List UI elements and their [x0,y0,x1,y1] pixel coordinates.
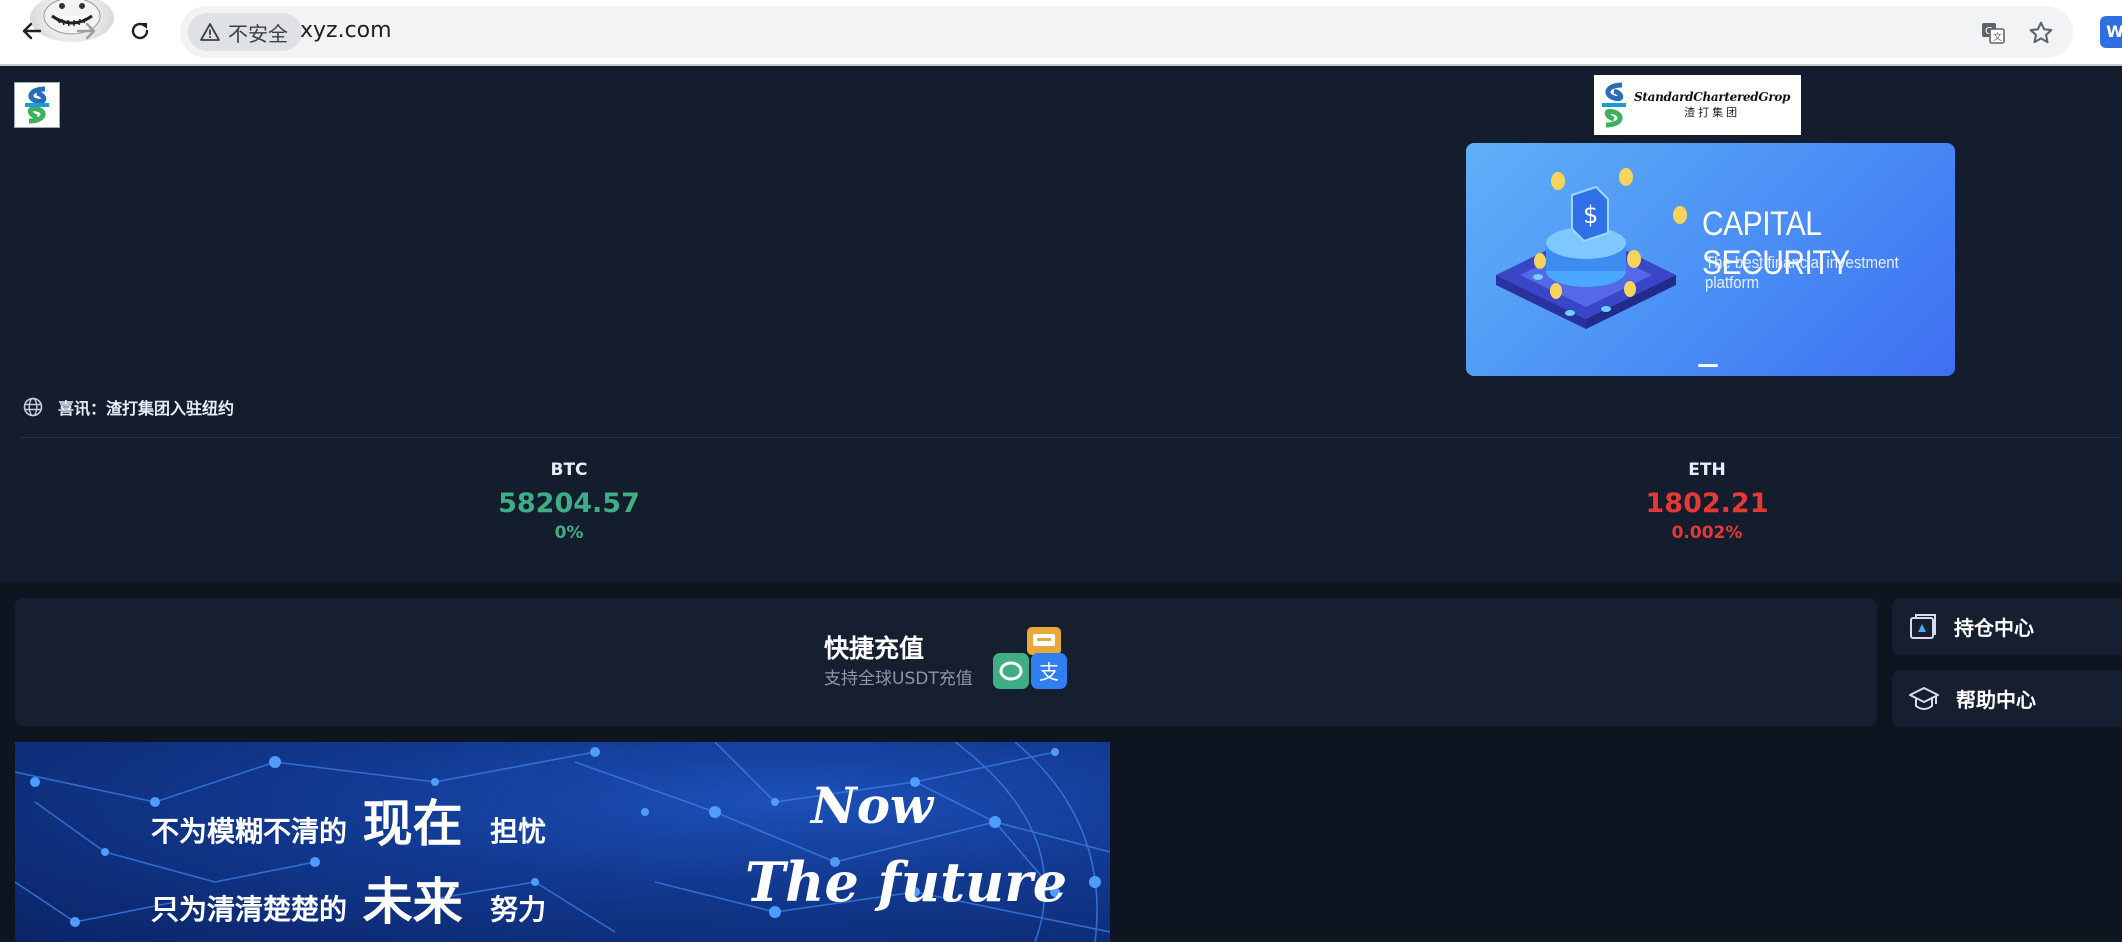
reload-button[interactable] [122,13,158,49]
section-divider [20,437,2122,438]
ticker-symbol: BTC [550,460,588,480]
ticker-change: 0% [554,523,584,543]
forward-arrow-icon [76,22,96,40]
recharge-title: 快捷充值 [824,634,925,663]
bookmark-button[interactable] [2026,18,2056,48]
isometric-vault-illustration: $ [1496,168,1687,329]
ticker-symbol: ETH [1688,460,1726,480]
promo-slogan-line2: 只为清清楚楚的 未来 努力 [151,872,547,931]
svg-text:文: 文 [1993,31,2002,43]
back-arrow-icon [22,22,42,40]
brand-banner: StandardCharteredGrop 渣打集团 [1594,75,1801,135]
wallet-icon [1910,613,1936,639]
ticker-btc[interactable]: BTC 58204.57 0% [449,460,689,543]
reload-icon [131,22,149,40]
address-bar[interactable]: 不安全 xyz.com G文 [180,6,2073,58]
globe-icon [23,397,43,417]
side-item-label: 帮助中心 [1956,688,2036,712]
star-icon [2029,21,2053,44]
ticker-price: 1802.21 [1645,488,1769,519]
announcement-bar[interactable]: 喜讯：渣打集团入驻纽约 [22,395,234,419]
ticker-price: 58204.57 [498,488,640,519]
graduation-cap-icon [1909,686,1939,710]
security-chip[interactable]: 不安全 [188,13,302,51]
forward-button[interactable] [68,13,104,49]
side-item-label: 持仓中心 [1954,616,2034,640]
announcement-text: 喜讯：渣打集团入驻纽约 [58,399,235,418]
site-logo[interactable] [14,82,60,128]
svg-text:$: $ [1583,201,1598,229]
translate-icon: G文 [1982,23,2005,44]
banner-carousel[interactable]: $ CAPITAL SECURITY The best financial in… [1466,143,1955,376]
svg-text:支: 支 [1039,660,1059,684]
brand-logo-icon [1602,82,1626,128]
side-item-help[interactable]: 帮助中心 [1892,670,2122,727]
promo-banner[interactable]: 不为模糊不清的 现在 担忧 只为清清楚楚的 未来 努力 Now The futu… [15,742,1110,942]
promo-english-line1: Now [811,776,934,835]
extension-badge[interactable]: W [2100,16,2122,48]
browser-toolbar: 不安全 xyz.com G文 W [0,0,2122,66]
carousel-subtitle: The best financial investment platform [1705,253,1899,292]
brand-name: StandardCharteredGrop [1634,89,1791,104]
warning-icon [200,23,220,41]
back-button[interactable] [14,13,50,49]
quick-recharge-card[interactable]: 快捷充值 支持全球USDT充值 支 [15,598,1877,726]
promo-slogan-line1: 不为模糊不清的 现在 担忧 [151,794,547,853]
recharge-subtitle: 支持全球USDT充值 [824,669,973,689]
content-section: 快捷充值 支持全球USDT充值 支 持仓中心 帮助中心 不为模糊不清的 现在 担… [0,582,2122,942]
wallet-card-icon [1027,627,1061,655]
side-item-holdings[interactable]: 持仓中心 [1892,598,2122,655]
ticker-eth[interactable]: ETH 1802.21 0.002% [1587,460,1827,543]
wechat-pay-icon [993,653,1029,689]
ticker-change: 0.002% [1671,523,1743,543]
brand-name-cn: 渣打集团 [1684,106,1741,120]
promo-english-line2: The future [745,850,1068,914]
carousel-indicator[interactable] [1698,364,1718,367]
url-text[interactable]: xyz.com [300,18,392,43]
hero-section: StandardCharteredGrop 渣打集团 $ CAPITAL SEC… [0,67,2122,582]
security-label: 不安全 [228,21,288,46]
translate-button[interactable]: G文 [1978,18,2008,48]
alipay-icon: 支 [1031,653,1067,689]
payment-methods: 支 [993,627,1077,693]
